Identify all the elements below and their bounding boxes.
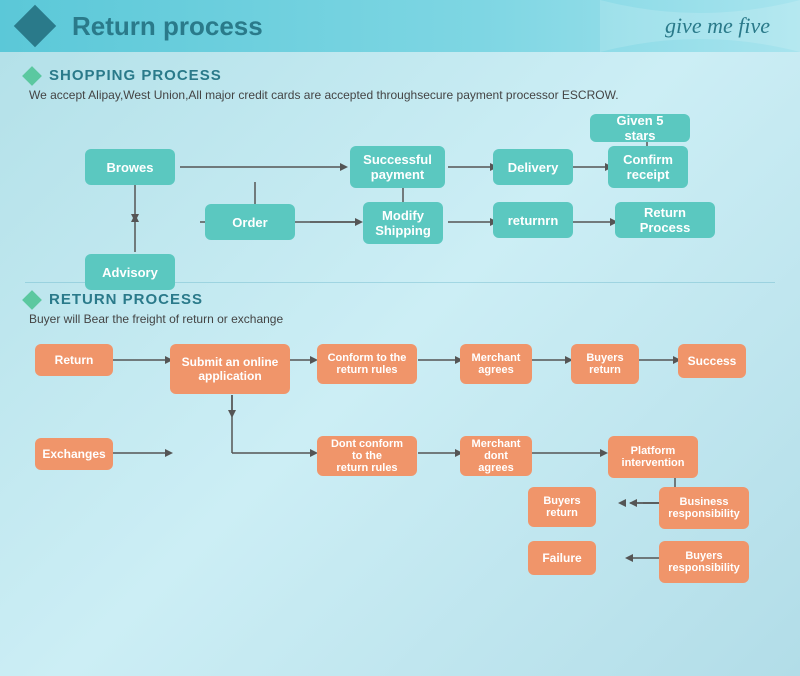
box-delivery: Delivery: [493, 149, 573, 185]
page-title: Return process: [72, 11, 263, 42]
box-merchant-dont: Merchant dont agrees: [460, 436, 532, 476]
main-content: SHOPPING PROCESS We accept Alipay,West U…: [0, 52, 800, 623]
diamond-icon-2: [22, 290, 42, 310]
box-exchanges: Exchanges: [35, 438, 113, 470]
box-return: Return: [35, 344, 113, 376]
box-browes: Browes: [85, 149, 175, 185]
diamond-icon: [22, 66, 42, 86]
box-modify-shipping: Modify Shipping: [363, 202, 443, 244]
shopping-section-header: SHOPPING PROCESS: [25, 67, 775, 84]
box-dont-conform: Dont conform to the return rules: [317, 436, 417, 476]
return-section-subtitle: Buyer will Bear the freight of return or…: [29, 312, 775, 326]
box-success: Success: [678, 344, 746, 378]
box-business-responsibility: Business responsibility: [659, 487, 749, 529]
box-buyers-responsibility: Buyers responsibility: [659, 541, 749, 583]
box-buyers-return2: Buyers return: [528, 487, 596, 527]
box-given-5-stars: Given 5 stars: [590, 114, 690, 142]
shopping-section-title: SHOPPING PROCESS: [49, 67, 222, 84]
box-platform-intervention: Platform intervention: [608, 436, 698, 478]
box-confirm-receipt: Confirm receipt: [608, 146, 688, 188]
return-flow-diagram: Return Exchanges Submit an online applic…: [25, 338, 775, 608]
return-section-header: RETURN PROCESS: [25, 291, 775, 308]
box-failure: Failure: [528, 541, 596, 575]
box-conform-rules: Conform to the return rules: [317, 344, 417, 384]
box-successful-payment: Successful payment: [350, 146, 445, 188]
header-banner: Return process give me five: [0, 0, 800, 52]
box-submit-online: Submit an online application: [170, 344, 290, 394]
box-order: Order: [205, 204, 295, 240]
box-returnm: returnrn: [493, 202, 573, 238]
return-section-title: RETURN PROCESS: [49, 291, 203, 308]
box-return-process: Return Process: [615, 202, 715, 238]
shopping-section-subtitle: We accept Alipay,West Union,All major cr…: [29, 88, 775, 102]
box-advisory: Advisory: [85, 254, 175, 290]
box-buyers-return1: Buyers return: [571, 344, 639, 384]
box-merchant-agrees: Merchant agrees: [460, 344, 532, 384]
shopping-flow-diagram: Browes Order Advisory Successful payment…: [25, 114, 775, 274]
logo-text: give me five: [665, 13, 770, 39]
